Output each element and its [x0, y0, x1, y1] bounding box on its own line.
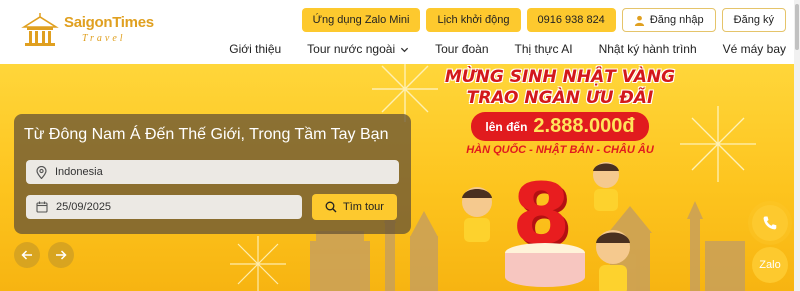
promo-amount-badge: lên đến 2.888.000đ	[471, 112, 649, 141]
site-header: SaigonTimes Travel Ứng dụng Zalo Mini Lị…	[0, 0, 800, 64]
cake-illustration	[505, 243, 585, 287]
promo-title-line-1: MỪNG SINH NHẬT VÀNG	[444, 67, 676, 87]
nav-item-outbound-tours[interactable]: Tour nước ngoài	[307, 42, 409, 56]
mascot-illustration	[462, 187, 492, 242]
search-tour-label: Tìm tour	[343, 201, 384, 213]
nav-item-travel-journal[interactable]: Nhật ký hành trình	[599, 42, 697, 56]
page-scrollbar[interactable]	[794, 0, 800, 291]
nav-item-group-tours[interactable]: Tour đoàn	[435, 42, 488, 56]
promo-title-line-2: TRAO NGÀN ƯU ĐÃI	[466, 88, 654, 108]
zalo-mini-button[interactable]: Ứng dụng Zalo Mini	[301, 8, 421, 32]
search-card: Từ Đông Nam Á Đến Thế Giới, Trong Tầm Ta…	[14, 114, 411, 234]
zalo-label: Zalo	[759, 259, 781, 271]
promo-prefix: lên đến	[485, 119, 528, 134]
promo-headline: MỪNG SINH NHẬT VÀNG TRAO NGÀN ƯU ĐÃI lên…	[430, 67, 690, 156]
call-float-button[interactable]	[752, 205, 788, 241]
top-button-bar: Ứng dụng Zalo Mini Lịch khởi động 0916 9…	[301, 8, 786, 32]
promo-destinations: HÀN QUỐC - NHẬT BẢN - CHÂU ÂU	[466, 144, 654, 156]
user-icon	[634, 15, 644, 26]
main-nav: Giới thiệu Tour nước ngoài Tour đoàn Thị…	[203, 42, 786, 56]
nav-item-outbound-tours-label: Tour nước ngoài	[307, 42, 396, 56]
date-field[interactable]: 25/09/2025	[26, 195, 302, 219]
brand-tagline: Travel	[82, 33, 126, 44]
chevron-down-icon	[401, 47, 409, 52]
search-tour-button[interactable]: Tìm tour	[312, 194, 397, 220]
destination-field[interactable]: Indonesia	[26, 160, 399, 184]
nav-item-visa-ai[interactable]: Thị thực AI	[515, 42, 573, 56]
date-value: 25/09/2025	[56, 201, 112, 213]
firework-decoration	[230, 236, 286, 291]
mascot-illustration	[593, 162, 619, 211]
nav-item-about[interactable]: Giới thiệu	[229, 42, 281, 56]
logo-emblem-icon	[21, 13, 59, 46]
login-label: Đăng nhập	[649, 14, 704, 26]
schedule-button[interactable]: Lịch khởi động	[426, 8, 521, 32]
location-pin-icon	[36, 165, 47, 179]
brand-name: SaigonTimes	[64, 14, 154, 31]
phone-button[interactable]: 0916 938 824	[526, 8, 616, 32]
logo[interactable]: SaigonTimes Travel	[20, 13, 160, 53]
login-button[interactable]: Đăng nhập	[621, 8, 716, 32]
carousel-prev-button[interactable]	[14, 242, 40, 268]
nav-item-flights[interactable]: Vé máy bay	[723, 42, 786, 56]
firework-decoration	[680, 106, 756, 182]
search-card-title: Từ Đông Nam Á Đến Thế Giới, Trong Tầm Ta…	[24, 126, 389, 143]
destination-value: Indonesia	[55, 166, 103, 178]
calendar-icon	[36, 201, 48, 213]
promo-amount: 2.888.000đ	[533, 115, 635, 137]
carousel-next-button[interactable]	[48, 242, 74, 268]
register-button[interactable]: Đăng ký	[721, 8, 786, 32]
zalo-float-button[interactable]: Zalo	[752, 247, 788, 283]
scrollbar-thumb[interactable]	[795, 4, 799, 50]
arrow-right-icon	[56, 250, 67, 260]
mascot-illustration	[596, 230, 630, 291]
phone-icon	[763, 216, 777, 230]
search-icon	[325, 201, 337, 213]
arrow-left-icon	[21, 250, 32, 260]
hero-banner[interactable]: 8 MỪNG SINH NHẬT VÀNG TRAO NGÀN ƯU ĐÃI l…	[0, 64, 800, 291]
